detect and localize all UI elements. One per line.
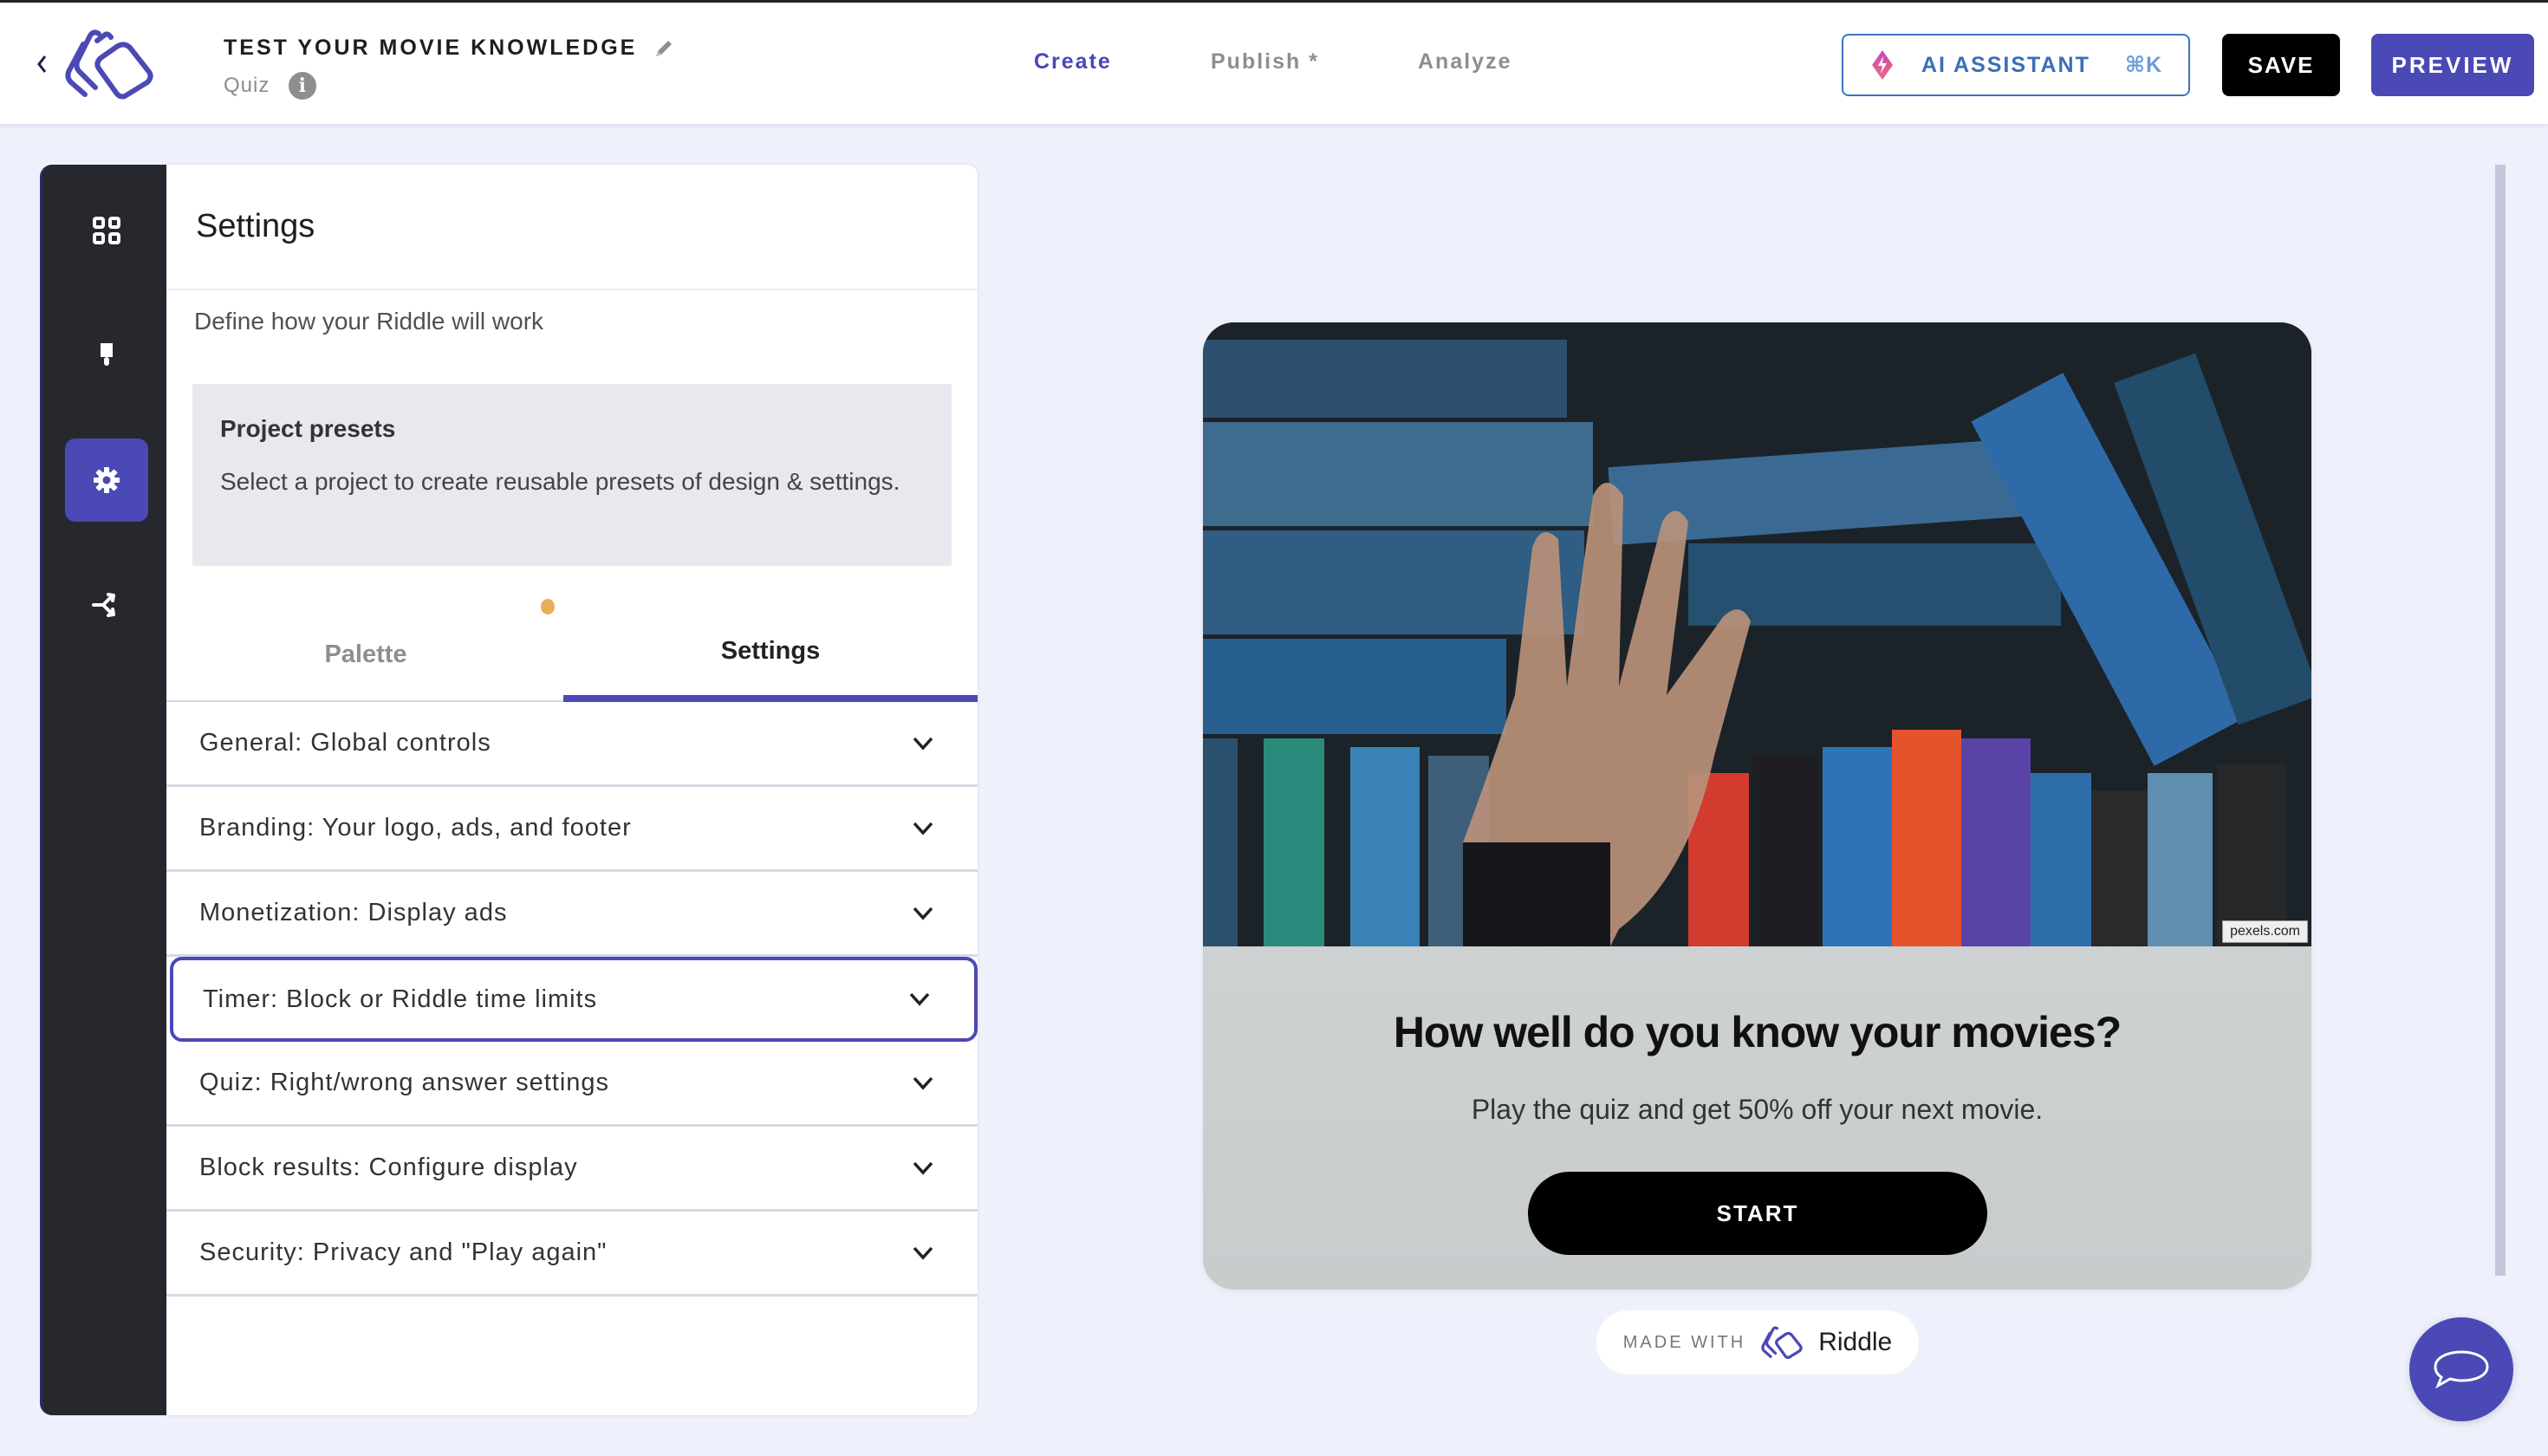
panel-title: Settings [196, 208, 315, 244]
lightning-diamond-icon [1872, 50, 1893, 80]
project-title: TEST YOUR MOVIE KNOWLEDGE [224, 36, 675, 61]
accordion-security[interactable]: Security: Privacy and "Play again" [166, 1212, 978, 1297]
panel-header: Settings [166, 165, 978, 290]
accordion-label: Timer: Block or Riddle time limits [203, 985, 598, 1013]
project-title-text: TEST YOUR MOVIE KNOWLEDGE [224, 36, 638, 60]
accordion-label: General: Global controls [199, 729, 491, 757]
accordion-label: Branding: Your logo, ads, and footer [199, 814, 632, 842]
presets-text: Select a project to create reusable pres… [220, 468, 900, 495]
cover-image: pexels.com [1203, 322, 2311, 946]
chevron-down-icon [909, 992, 930, 1006]
vhs-tapes-photo [1203, 322, 2311, 946]
sidebar-item-settings[interactable] [65, 439, 148, 522]
chevron-down-icon [913, 1076, 933, 1090]
gear-icon [94, 467, 120, 493]
grid-icon [93, 217, 120, 244]
accordion-label: Quiz: Right/wrong answer settings [199, 1069, 610, 1096]
preview-button[interactable]: PREVIEW [2371, 34, 2534, 96]
paintbrush-icon [101, 343, 113, 366]
chevron-down-icon [913, 907, 933, 920]
chevron-down-icon [913, 1161, 933, 1175]
quiz-preview-card: pexels.com How well do you know your mov… [1203, 322, 2311, 1290]
accordion-monetization[interactable]: Monetization: Display ads [166, 872, 978, 957]
start-button[interactable]: START [1528, 1172, 1987, 1255]
ai-assistant-label: AI ASSISTANT [1921, 52, 2090, 77]
accordion-label: Monetization: Display ads [199, 899, 508, 926]
branch-icon [92, 593, 115, 617]
tab-settings[interactable]: Settings [563, 581, 978, 702]
made-with-label: MADE WITH [1622, 1332, 1746, 1352]
chevron-down-icon [913, 1246, 933, 1260]
accordion-quiz[interactable]: Quiz: Right/wrong answer settings [166, 1042, 978, 1127]
tab-palette[interactable]: Palette [166, 581, 565, 702]
accordion-branding[interactable]: Branding: Your logo, ads, and footer [166, 787, 978, 872]
accordion-label: Security: Privacy and "Play again" [199, 1238, 608, 1266]
riddle-brand-name: Riddle [1818, 1328, 1893, 1356]
image-credit[interactable]: pexels.com [2222, 920, 2308, 943]
sidebar-item-logic[interactable] [65, 563, 148, 647]
settings-accordion-list: General: Global controls Branding: Your … [166, 702, 978, 1297]
sidebar-item-blocks[interactable] [65, 189, 148, 272]
panel-description: Define how your Riddle will work [194, 308, 544, 335]
pencil-icon[interactable] [653, 37, 675, 60]
project-type-label: Quiz [224, 74, 270, 97]
riddle-logo [1761, 1326, 1803, 1360]
chat-button[interactable] [2409, 1317, 2513, 1421]
speech-bubble-icon [2434, 1350, 2489, 1389]
tool-sidebar [40, 165, 166, 1415]
accordion-timer[interactable]: Timer: Block or Riddle time limits [170, 957, 978, 1042]
made-with-riddle-badge[interactable]: MADE WITH Riddle [1596, 1310, 1919, 1375]
chevron-left-icon [37, 55, 47, 73]
save-button[interactable]: SAVE [2222, 34, 2340, 96]
sidebar-item-design[interactable] [65, 314, 148, 397]
accordion-block-results[interactable]: Block results: Configure display [166, 1127, 978, 1212]
nav-tab-analyze[interactable]: Analyze [1418, 49, 1511, 75]
riddle-logo[interactable] [61, 29, 158, 100]
presets-title: Project presets [220, 415, 396, 442]
panel-tabs: Palette Settings [166, 581, 978, 702]
preview-scrollbar[interactable] [2495, 165, 2506, 1276]
info-icon[interactable]: i [289, 72, 317, 100]
nav-tab-publish[interactable]: Publish * [1211, 49, 1319, 75]
ai-assistant-button[interactable]: AI ASSISTANT ⌘K [1842, 34, 2190, 96]
chevron-down-icon [913, 737, 933, 751]
project-type: Quiz i [224, 72, 317, 100]
settings-panel: Settings Define how your Riddle will wor… [166, 165, 978, 1415]
accordion-general[interactable]: General: Global controls [166, 702, 978, 787]
quiz-subtitle: Play the quiz and get 50% off your next … [1471, 1094, 2044, 1125]
back-button[interactable] [33, 51, 50, 77]
palette-indicator-dot [541, 599, 555, 614]
nav-tab-create[interactable]: Create [1034, 49, 1112, 75]
ai-assistant-shortcut: ⌘K [2124, 53, 2163, 77]
chevron-down-icon [913, 822, 933, 835]
project-presets-box: Project presets Select a project to crea… [192, 384, 952, 566]
quiz-title: How well do you know your movies? [1393, 1008, 2122, 1056]
accordion-label: Block results: Configure display [199, 1154, 578, 1181]
top-bar: TEST YOUR MOVIE KNOWLEDGE Quiz i Create … [0, 0, 2548, 124]
